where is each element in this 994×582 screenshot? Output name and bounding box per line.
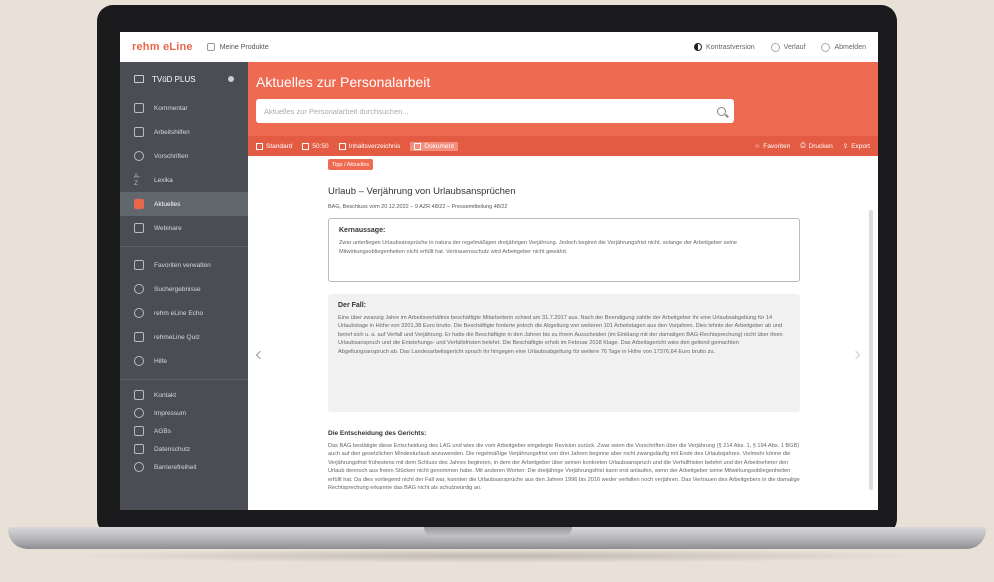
layout-icon [256,142,263,150]
logout-icon [821,42,831,52]
search-input[interactable]: Aktuelles zur Personalarbeit durchsuchen… [256,99,734,123]
history-icon [770,42,780,52]
echo-icon [134,308,144,318]
decision-text: Das BAG bestätigte diese Entscheidung de… [328,443,800,492]
sidebar-item-hilfe[interactable]: Hilfe [120,349,248,373]
sidebar-item-kommentar[interactable]: Kommentar [120,96,248,120]
product-selector[interactable]: TVöD PLUS [120,62,248,96]
search-icon[interactable] [717,106,726,116]
sidebar-item-vorschriften[interactable]: Vorschriften [120,144,248,168]
crown-icon [134,332,144,342]
document-icon [414,142,422,150]
view-toc-button[interactable]: Inhaltsverzeichnis [338,142,400,150]
view-split-button[interactable]: 50:50 [302,142,329,150]
settings-icon[interactable] [228,76,234,82]
key-statement-box: Kernaussage: Zwar unterliegen Urlaubsans… [328,218,800,282]
comment-icon [134,103,144,113]
sidebar-item-datenschutz[interactable]: Datenschutz [120,440,248,458]
sidebar-item-webinare[interactable]: Webinare [120,216,248,240]
webinar-icon [134,223,144,233]
favorites-button[interactable]: ☆ Favoriten [754,142,790,151]
document-view: Tipp / Aktuelles Urlaub – Verjährung von… [248,156,878,510]
folder-icon [134,75,144,83]
sidebar-item-impressum[interactable]: Impressum [120,404,248,422]
logo[interactable]: rehm eLine [132,41,193,53]
search-icon [134,284,144,294]
sidebar-item-agbs[interactable]: AGBs [120,422,248,440]
news-icon [134,199,144,209]
category-badge[interactable]: Tipp / Aktuelles [328,159,374,170]
view-toolbar: Standard 50:50 Inhaltsverzeichnis Dokume… [248,136,878,156]
top-bar: rehm eLine Meine Produkte Kontrastversio… [120,32,878,62]
sidebar-item-kontakt[interactable]: Kontakt [120,386,248,404]
screen: rehm eLine Meine Produkte Kontrastversio… [120,32,878,510]
export-icon: ⇪ [842,143,849,150]
print-icon: ⎙ [800,142,806,149]
sidebar-item-lexika[interactable]: A-Z Lexika [120,168,248,192]
next-document-icon[interactable] [851,350,861,360]
contrast-button[interactable]: Kontrastversion [694,43,755,51]
document-icon [134,426,144,436]
tools-icon [134,127,144,137]
sidebar-item-echo[interactable]: rehm eLine Echo [120,301,248,325]
print-button[interactable]: ⎙ Drucken [800,142,832,150]
shield-icon [134,444,144,454]
laptop-shadow [60,549,934,563]
page-title: Aktuelles zur Personalarbeit [256,74,431,90]
scrollbar[interactable] [869,210,873,490]
view-document-button[interactable]: Dokument [410,141,458,151]
help-icon [134,356,144,366]
az-icon: A-Z [134,173,141,187]
star-icon: ☆ [754,143,761,150]
sidebar-item-quiz[interactable]: rehmeLine Quiz [120,325,248,349]
home-icon [206,43,215,51]
laptop-notch [424,527,572,537]
sidebar-divider [120,246,248,247]
key-statement-text: Zwar unterliegen Urlaubsansprüche in nat… [339,240,738,255]
case-title: Der Fall: [338,302,367,309]
sidebar-item-suchergebnisse[interactable]: Suchergebnisse [120,277,248,301]
sidebar-divider [120,379,248,380]
split-icon [302,142,310,150]
sidebar-item-aktuelles[interactable]: Aktuelles [120,192,248,216]
case-box: Der Fall: Eine über zwanzig Jahre im Arb… [328,294,800,412]
sidebar: TVöD PLUS Kommentar Arbeitshilfen Vorsch… [120,62,248,510]
view-standard-button[interactable]: Standard [256,142,292,150]
history-button[interactable]: Verlauf [770,42,805,52]
star-icon [134,260,144,270]
logout-button[interactable]: Abmelden [821,42,866,52]
accessibility-icon [134,462,144,472]
toc-icon [338,142,346,150]
sidebar-item-arbeitshilfen[interactable]: Arbeitshilfen [120,120,248,144]
info-icon [134,408,144,418]
contrast-icon [694,43,703,51]
sidebar-item-favoriten[interactable]: Favoriten verwalten [120,253,248,277]
paragraph-icon [134,151,144,161]
my-products-link[interactable]: Meine Produkte [206,43,269,51]
mail-icon [134,390,144,400]
article-title: Urlaub – Verjährung von Urlaubsansprüche… [328,186,516,197]
key-statement-title: Kernaussage: [339,227,386,234]
case-text: Eine über zwanzig Jahre im Arbeitsverhäl… [338,315,783,355]
previous-document-icon[interactable] [255,350,265,360]
export-button[interactable]: ⇪ Export [842,142,870,151]
decision-title: Die Entscheidung des Gerichts: [328,430,427,437]
article-meta: BAG, Beschluss vom 20.12.2022 – 9 AZR 48… [328,204,508,210]
sidebar-item-barrierefreiheit[interactable]: Barrierefreiheit [120,458,248,476]
